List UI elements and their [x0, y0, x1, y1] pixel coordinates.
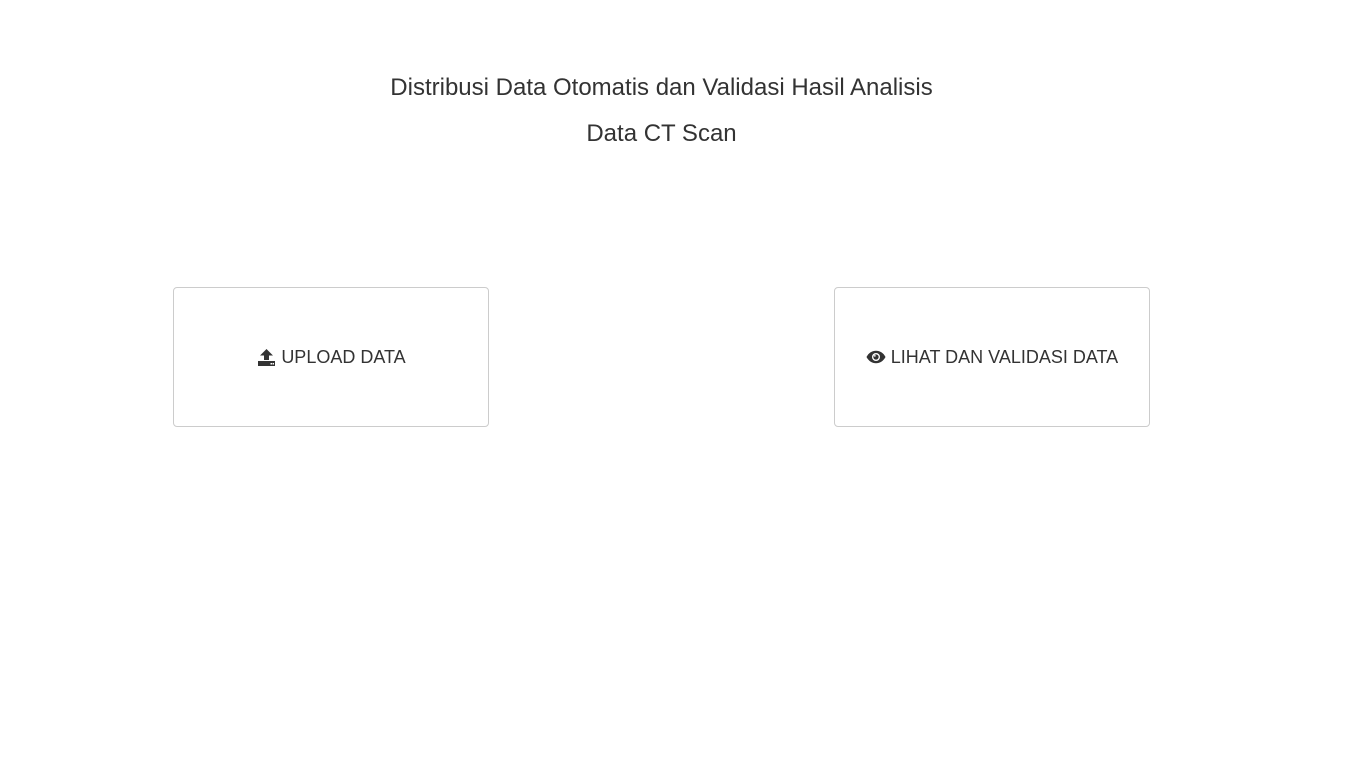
upload-data-button[interactable]: UPLOAD DATA: [173, 287, 489, 427]
upload-data-content: UPLOAD DATA: [256, 346, 406, 368]
upload-icon: [256, 347, 276, 367]
view-validate-data-content: LIHAT DAN VALIDASI DATA: [866, 347, 1118, 368]
page-subtitle: Data CT Scan: [586, 120, 737, 147]
eye-icon: [866, 347, 886, 367]
page-title: Distribusi Data Otomatis dan Validasi Ha…: [390, 74, 933, 101]
upload-data-label: UPLOAD DATA: [281, 346, 406, 367]
view-validate-data-button[interactable]: LIHAT DAN VALIDASI DATA: [834, 287, 1150, 427]
view-validate-data-label: LIHAT DAN VALIDASI DATA: [890, 346, 1119, 367]
page: Distribusi Data Otomatis dan Validasi Ha…: [0, 0, 1366, 768]
